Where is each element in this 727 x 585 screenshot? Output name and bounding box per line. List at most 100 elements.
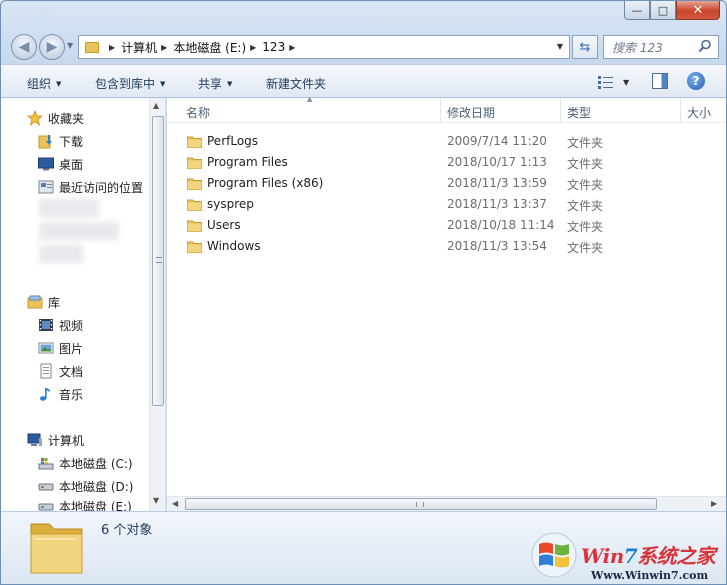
- arrow-right-icon: ▶: [46, 39, 58, 55]
- search-icon[interactable]: [698, 39, 712, 53]
- scroll-down-icon[interactable]: ▼: [153, 496, 159, 505]
- scrollbar-thumb[interactable]: [152, 116, 164, 406]
- file-name: Users: [207, 218, 241, 232]
- file-date: 2018/11/3 13:54: [447, 239, 547, 253]
- chevron-right-icon[interactable]: ▶: [250, 43, 256, 52]
- command-bar: 组织 ▼ 包含到库中 ▼ 共享 ▼ 新建文件夹 ▼ ?: [1, 64, 726, 98]
- watermark-brand-suffix: 系统之家: [637, 544, 716, 568]
- sidebar-item-pictures[interactable]: 图片: [38, 338, 83, 358]
- column-divider[interactable]: [680, 98, 681, 123]
- sidebar-item-desktop[interactable]: 桌面: [38, 154, 83, 174]
- sidebar-item-drive-e[interactable]: 本地磁盘 (E:): [38, 498, 132, 511]
- refresh-button[interactable]: ⇆: [572, 35, 598, 59]
- column-header-size[interactable]: 大小: [687, 104, 711, 121]
- forward-button[interactable]: ▶: [39, 34, 65, 60]
- horizontal-scrollbar[interactable]: ◀ ▶: [167, 496, 726, 511]
- sidebar-item-music[interactable]: 音乐: [38, 384, 83, 404]
- preview-pane-button[interactable]: [652, 73, 668, 89]
- navigation-scrollbar[interactable]: ▲ ▼: [149, 98, 165, 511]
- scrollbar-thumb[interactable]: [185, 498, 657, 510]
- arrow-left-icon: ◀: [18, 39, 30, 55]
- close-button[interactable]: ✕: [676, 1, 720, 20]
- sidebar-item-drive-c[interactable]: 本地磁盘 (C:): [38, 453, 133, 473]
- change-view-button[interactable]: ▼: [598, 73, 634, 91]
- sidebar-item-label: 图片: [59, 341, 84, 356]
- file-name: Program Files (x86): [207, 176, 324, 190]
- column-header-type[interactable]: 类型: [567, 104, 591, 121]
- recent-places-icon: [38, 179, 54, 195]
- file-row[interactable]: Windows 2018/11/3 13:54 文件夹: [167, 236, 726, 257]
- folder-icon: [187, 157, 202, 169]
- folder-icon: [187, 136, 202, 148]
- include-in-library-label: 包含到库中: [95, 77, 156, 91]
- breadcrumb-folder-123[interactable]: 123: [262, 40, 285, 54]
- organize-label: 组织: [27, 77, 52, 91]
- column-divider[interactable]: [440, 98, 441, 123]
- file-row[interactable]: sysprep 2018/11/3 13:37 文件夹: [167, 194, 726, 215]
- help-button[interactable]: ?: [687, 72, 705, 90]
- sidebar-favorites-header[interactable]: 收藏夹: [27, 108, 84, 128]
- recent-pages-dropdown[interactable]: ▼: [67, 41, 73, 50]
- scroll-left-icon[interactable]: ◀: [172, 499, 178, 508]
- file-row[interactable]: Users 2018/10/18 11:14 文件夹: [167, 215, 726, 236]
- navigation-pane: 收藏夹 下载 桌面 最近访问的位置 库 视频 图片 文档 音乐 计算机 本地磁盘…: [1, 98, 166, 511]
- file-row[interactable]: PerfLogs 2009/7/14 11:20 文件夹: [167, 131, 726, 152]
- window-title: E:\123: [11, 8, 50, 22]
- sidebar-computer-header[interactable]: 计算机: [27, 430, 84, 450]
- new-folder-button[interactable]: 新建文件夹: [266, 75, 326, 92]
- picture-icon: [38, 340, 54, 356]
- file-type: 文件夹: [567, 157, 604, 171]
- details-pane: 6 个对象 Win7系统之家 Www.Winwin7.com: [1, 511, 726, 584]
- search-input[interactable]: 搜索 123: [603, 35, 719, 59]
- breadcrumb-drive-e[interactable]: 本地磁盘 (E:): [173, 39, 246, 56]
- watermark-brand-prefix: Win: [581, 544, 624, 568]
- file-row[interactable]: Program Files 2018/10/17 1:13 文件夹: [167, 152, 726, 173]
- download-folder-icon: [38, 133, 54, 149]
- watermark-url: Www.Winwin7.com: [591, 569, 709, 582]
- caret-down-icon[interactable]: ▼: [623, 78, 629, 87]
- scroll-right-icon[interactable]: ▶: [711, 499, 717, 508]
- address-bar[interactable]: ▶ 计算机 ▶ 本地磁盘 (E:) ▶ 123 ▶ ▼: [78, 35, 570, 59]
- back-button[interactable]: ◀: [11, 34, 37, 60]
- chevron-right-icon[interactable]: ▶: [109, 43, 115, 52]
- chevron-right-icon[interactable]: ▶: [289, 43, 295, 52]
- chevron-right-icon[interactable]: ▶: [161, 43, 167, 52]
- file-type: 文件夹: [567, 220, 604, 234]
- sidebar-item-label: 最近访问的位置: [59, 180, 144, 195]
- sidebar-item-label: 文档: [59, 364, 84, 379]
- sidebar-item-downloads[interactable]: 下载: [38, 131, 83, 151]
- file-name: PerfLogs: [207, 134, 259, 148]
- maximize-button[interactable]: □: [650, 1, 676, 20]
- caret-down-icon: ▼: [160, 80, 166, 88]
- redacted-item: [39, 222, 119, 240]
- redacted-item: [39, 245, 83, 263]
- column-header-date[interactable]: 修改日期: [447, 104, 495, 121]
- minimize-button[interactable]: —: [624, 1, 650, 20]
- system-drive-icon: [38, 455, 54, 471]
- column-header-name[interactable]: 名称: [186, 104, 210, 121]
- file-date: 2018/11/3 13:37: [447, 197, 547, 211]
- column-divider[interactable]: [560, 98, 561, 123]
- file-type: 文件夹: [567, 199, 604, 213]
- folder-icon: [187, 199, 202, 211]
- share-button[interactable]: 共享 ▼: [198, 75, 232, 92]
- include-in-library-button[interactable]: 包含到库中 ▼: [95, 75, 165, 92]
- file-row[interactable]: Program Files (x86) 2018/11/3 13:59 文件夹: [167, 173, 726, 194]
- address-dropdown-icon[interactable]: ▼: [557, 42, 563, 51]
- sidebar-item-videos[interactable]: 视频: [38, 315, 83, 335]
- explorer-window: E:\123 — □ ✕ ◀ ▶ ▼ ▶ 计算机 ▶ 本地磁盘 (E:) ▶ 1…: [0, 0, 727, 585]
- document-icon: [38, 363, 54, 379]
- sidebar-item-label: 收藏夹: [48, 111, 85, 126]
- sidebar-item-drive-d[interactable]: 本地磁盘 (D:): [38, 476, 133, 496]
- title-bar[interactable]: E:\123 — □ ✕: [1, 1, 726, 29]
- organize-button[interactable]: 组织 ▼: [27, 75, 61, 92]
- drive-icon: [38, 498, 54, 511]
- scroll-up-icon[interactable]: ▲: [153, 101, 159, 110]
- breadcrumb-computer[interactable]: 计算机: [121, 39, 157, 56]
- sidebar-libraries-header[interactable]: 库: [27, 292, 60, 312]
- windows-logo-icon: [531, 532, 577, 578]
- watermark-logo: Win7系统之家 Www.Winwin7.com: [529, 528, 725, 584]
- sidebar-item-label: 本地磁盘 (C:): [59, 456, 133, 471]
- sidebar-item-documents[interactable]: 文档: [38, 361, 83, 381]
- sidebar-item-recent-places[interactable]: 最近访问的位置: [38, 177, 143, 197]
